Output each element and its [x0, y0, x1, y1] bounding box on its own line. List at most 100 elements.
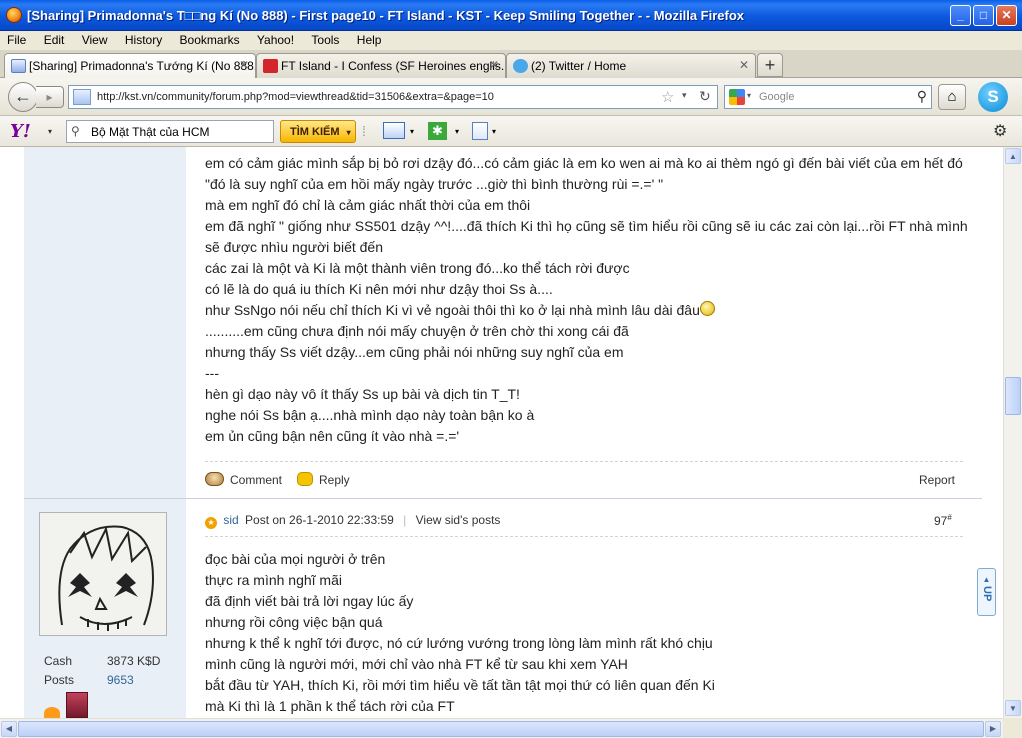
- search-bar[interactable]: ▾ Google ⚲: [724, 85, 932, 109]
- tab-primadonna[interactable]: [Sharing] Primadonna's Tướng Kí (No 888.…: [4, 53, 256, 79]
- posts-value-link[interactable]: 9653: [107, 673, 134, 687]
- scroll-to-top-button[interactable]: ▲ UP: [977, 568, 996, 616]
- close-tab-icon[interactable]: ✕: [739, 58, 749, 72]
- yahoo-search-button-label: TÌM KIẾM: [290, 126, 340, 138]
- yahoo-search-value[interactable]: Bộ Mặt Thật của HCM: [91, 125, 210, 139]
- post-number: 97: [934, 514, 948, 528]
- menu-help[interactable]: Help: [350, 31, 389, 48]
- post-line: "đó là suy nghĩ của em hồi mấy ngày trướ…: [205, 176, 664, 192]
- menu-bookmarks[interactable]: Bookmarks: [173, 31, 247, 48]
- reply-icon: [297, 472, 313, 486]
- post-line: mình cũng là người mới, mới chỉ vào nhà …: [205, 656, 628, 672]
- site-identity-icon[interactable]: [73, 89, 91, 105]
- scroll-right-arrow[interactable]: ▶: [985, 721, 1001, 737]
- url-bar[interactable]: http://kst.vn/community/forum.php?mod=vi…: [68, 85, 718, 109]
- tab-label: FT Island - I Confess (SF Heroines engli…: [281, 59, 506, 73]
- post-line: em đã nghĩ " giống như SS501 dzậy ^^!...…: [205, 218, 968, 234]
- search-input[interactable]: Google: [759, 91, 794, 103]
- tab-ft-island[interactable]: FT Island - I Confess (SF Heroines engli…: [256, 53, 506, 78]
- back-button[interactable]: ←: [8, 82, 38, 112]
- menu-edit[interactable]: Edit: [37, 31, 72, 48]
- vertical-scrollbar[interactable]: ▲ ▼: [1003, 147, 1022, 718]
- navigation-bar: ← ▸ http://kst.vn/community/forum.php?mo…: [0, 78, 1022, 116]
- youtube-icon: [263, 59, 278, 73]
- comment-label: Comment: [230, 473, 283, 487]
- post-header: ★ sid Post on 26-1-2010 22:33:59 | View …: [205, 513, 500, 529]
- yahoo-toolbar: Y! ▾ ⚲ Bộ Mặt Thật của HCM TÌM KIẾM ▾ ⁞ …: [0, 116, 1022, 147]
- toolbar-separator-icon: ⁞: [362, 123, 366, 139]
- post-number-link[interactable]: 97#: [934, 513, 952, 528]
- chevron-down-icon[interactable]: ▾: [410, 127, 414, 136]
- home-button[interactable]: ⌂: [938, 84, 966, 110]
- yahoo-menu-dropdown-icon[interactable]: ▾: [48, 127, 52, 136]
- post-line: đọc bài của mọi người ở trên: [205, 551, 386, 567]
- horizontal-scrollbar[interactable]: ◀ ▶: [0, 718, 1003, 738]
- tab-label: (2) Twitter / Home: [531, 59, 627, 73]
- comment-icon: [205, 472, 224, 486]
- post-footer-divider: [205, 461, 963, 462]
- menu-history[interactable]: History: [118, 31, 169, 48]
- header-separator: |: [403, 513, 407, 527]
- url-history-dropdown-icon[interactable]: ▾: [682, 90, 687, 101]
- page-icon[interactable]: [472, 122, 488, 140]
- skull-avatar-image: [40, 513, 166, 635]
- vertical-scroll-thumb[interactable]: [1005, 377, 1021, 415]
- chevron-down-icon: ▾: [346, 128, 351, 137]
- author-link[interactable]: sid: [223, 513, 238, 527]
- maximize-button[interactable]: □: [973, 5, 994, 26]
- google-icon[interactable]: [729, 89, 745, 105]
- view-posts-link[interactable]: View sid's posts: [416, 513, 501, 527]
- tab-twitter[interactable]: (2) Twitter / Home ✕: [506, 53, 756, 78]
- chevron-down-icon[interactable]: ▾: [492, 127, 496, 136]
- reload-icon[interactable]: ↻: [699, 88, 711, 105]
- menu-view[interactable]: View: [75, 31, 115, 48]
- horizontal-scroll-thumb[interactable]: [18, 721, 984, 737]
- scroll-down-arrow[interactable]: ▼: [1005, 700, 1021, 716]
- menu-bar: File Edit View History Bookmarks Yahoo! …: [0, 31, 1022, 50]
- new-tab-button[interactable]: +: [757, 53, 783, 77]
- online-status-icon: ★: [205, 517, 217, 529]
- comment-button[interactable]: Comment: [205, 472, 282, 487]
- menu-yahoo[interactable]: Yahoo!: [250, 31, 301, 48]
- menu-file[interactable]: File: [0, 31, 33, 48]
- post-line: nhưng thấy Ss viết dzậy...em cũng phải n…: [205, 344, 624, 360]
- cash-value: 3873 K$D: [107, 654, 161, 668]
- menu-tools[interactable]: Tools: [304, 31, 346, 48]
- url-text[interactable]: http://kst.vn/community/forum.php?mod=vi…: [97, 91, 494, 103]
- avatar[interactable]: [39, 512, 167, 636]
- search-engine-dropdown-icon[interactable]: ▾: [747, 91, 751, 100]
- post-line: mà em nghĩ đó chỉ là cảm giác nhất thời …: [205, 197, 531, 213]
- post-line: ---: [205, 365, 219, 381]
- chevron-down-icon[interactable]: ▾: [455, 127, 459, 136]
- post-line: đã định viết bài trả lời ngay lúc ấy: [205, 593, 414, 609]
- scroll-up-arrow[interactable]: ▲: [1005, 148, 1021, 164]
- post-date: Post on 26-1-2010 22:33:59: [245, 513, 394, 527]
- widgets-icon[interactable]: ✱: [428, 122, 447, 140]
- report-button[interactable]: Report: [919, 473, 955, 487]
- reply-button[interactable]: Reply: [297, 472, 350, 487]
- search-icon[interactable]: ⚲: [917, 88, 927, 105]
- skype-icon[interactable]: S: [978, 82, 1008, 112]
- minimize-button[interactable]: _: [950, 5, 971, 26]
- posts-label: Posts: [44, 673, 75, 687]
- close-tab-icon[interactable]: ✕: [489, 58, 499, 72]
- window-title: [Sharing] Primadonna's T□□ng Kí (No 888)…: [27, 8, 745, 23]
- post-line: các zai là một và Ki là một thành viên t…: [205, 260, 630, 276]
- yahoo-logo[interactable]: Y!: [10, 121, 31, 142]
- mail-icon[interactable]: [383, 122, 405, 139]
- tab-bar: [Sharing] Primadonna's Tướng Kí (No 888.…: [0, 50, 1022, 79]
- yahoo-search-button[interactable]: TÌM KIẾM ▾: [280, 120, 356, 143]
- page-content: em có cảm giác mình sắp bị bỏ rơi dzậy đ…: [0, 147, 1003, 718]
- bookmark-star-icon[interactable]: ☆: [661, 88, 674, 106]
- cash-label: Cash: [44, 654, 73, 668]
- close-button[interactable]: ✕: [996, 5, 1017, 26]
- post-line: mà Ki thì là 1 phần k thể tách rời của F…: [205, 698, 455, 714]
- window-titlebar[interactable]: [Sharing] Primadonna's T□□ng Kí (No 888)…: [0, 0, 1022, 31]
- post-line: thực ra mình nghĩ mãi: [205, 572, 342, 588]
- scroll-left-arrow[interactable]: ◀: [1, 721, 17, 737]
- gear-icon[interactable]: ⚙: [993, 121, 1007, 141]
- forward-button[interactable]: ▸: [36, 86, 64, 108]
- close-tab-icon[interactable]: ✕: [239, 58, 249, 72]
- yahoo-search-input[interactable]: ⚲ Bộ Mặt Thật của HCM: [66, 120, 274, 143]
- smiley-icon: [699, 301, 715, 316]
